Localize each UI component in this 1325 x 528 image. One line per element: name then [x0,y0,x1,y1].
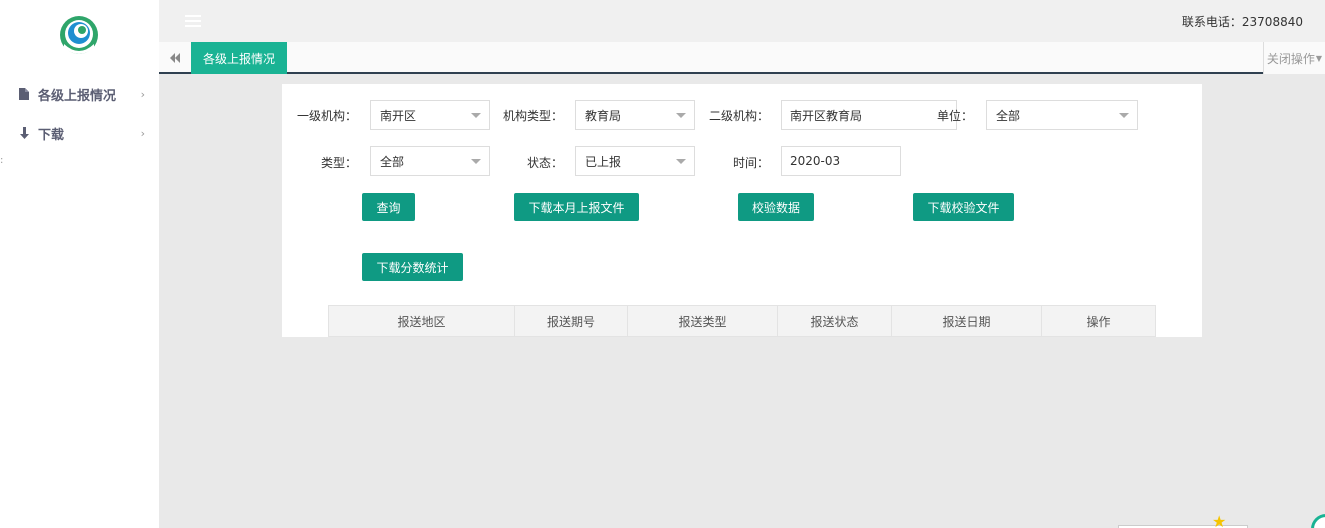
type-label: 类型： [321,156,358,170]
level2-org-value: 南开区教育局 [790,108,863,123]
download-verify-file-button[interactable]: 下载校验文件 [913,193,1014,221]
unit-label: 单位： [937,109,974,123]
caret-down-icon: ▼ [1315,53,1323,63]
type-value: 全部 [380,154,405,169]
column-header[interactable]: 操作 [1042,306,1155,336]
sidebar-item-label: 各级上报情况 [38,88,117,104]
top-bar: 联系电话：23708840 [159,0,1325,42]
chevron-right-icon: › [140,126,145,140]
arrow-down-icon [18,127,30,139]
column-header[interactable]: 报送期号 [515,306,628,336]
sidebar-item-reports[interactable]: 各级上报情况 › [0,82,159,106]
query-button[interactable]: 查询 [362,193,415,221]
org-type-select[interactable]: 教育局 [575,100,695,130]
dropdown-arrow-icon [676,113,686,118]
filter-panel: 一级机构： 南开区 机构类型： 教育局 二级机构： 南开区教育局 单位： 全部 … [282,84,1202,337]
dropdown-arrow-icon [676,159,686,164]
org-type-label: 机构类型： [503,109,564,123]
status-value: 已上报 [585,154,622,169]
star-icon: ★ [1212,512,1227,528]
close-operations-label: 关闭操作 [1266,51,1315,66]
verify-data-button[interactable]: 校验数据 [738,193,814,221]
dropdown-arrow-icon [471,113,481,118]
sidebar-item-download[interactable]: 下载 › [0,121,159,145]
unit-value: 全部 [996,108,1021,123]
type-select[interactable]: 全部 [370,146,490,176]
column-header[interactable]: 报送类型 [628,306,778,336]
dropdown-arrow-icon [471,159,481,164]
sidebar-edge-mark: : [0,155,4,166]
level2-org-label: 二级机构： [709,109,770,123]
report-table-header: 报送地区 报送期号 报送类型 报送状态 报送日期 操作 [328,305,1156,337]
sidebar-item-label: 下载 [38,127,65,143]
logo [60,16,98,54]
level1-org-value: 南开区 [380,108,417,123]
time-value: 2020-03 [790,154,841,168]
chevron-right-icon: › [140,87,145,101]
status-select[interactable]: 已上报 [575,146,695,176]
column-header[interactable]: 报送地区 [329,306,515,336]
contact-phone: 联系电话：23708840 [1181,15,1303,29]
unit-select[interactable]: 全部 [986,100,1138,130]
time-input[interactable]: 2020-03 [781,146,901,176]
column-header[interactable]: 报送状态 [778,306,892,336]
column-header[interactable]: 报送日期 [892,306,1042,336]
org-type-value: 教育局 [585,108,622,123]
double-chevron-left-icon[interactable] [167,50,183,66]
level1-org-label: 一级机构： [297,109,358,123]
file-icon [18,88,30,100]
download-score-stats-button[interactable]: 下载分数统计 [362,253,463,281]
sidebar: 各级上报情况 › 下载 › : [0,0,159,528]
menu-toggle-icon[interactable] [185,15,201,28]
download-month-report-button[interactable]: 下载本月上报文件 [514,193,639,221]
close-operations-dropdown[interactable]: 关闭操作 ▼ [1263,42,1325,74]
status-label: 状态： [527,156,564,170]
tab-bar: 各级上报情况 关闭操作 ▼ [159,42,1325,74]
level1-org-select[interactable]: 南开区 [370,100,490,130]
level2-org-field[interactable]: 南开区教育局 [781,100,957,130]
tab-reports[interactable]: 各级上报情况 [191,42,287,74]
dropdown-arrow-icon [1119,113,1129,118]
time-label: 时间： [733,156,770,170]
floating-widget[interactable] [1311,514,1325,528]
